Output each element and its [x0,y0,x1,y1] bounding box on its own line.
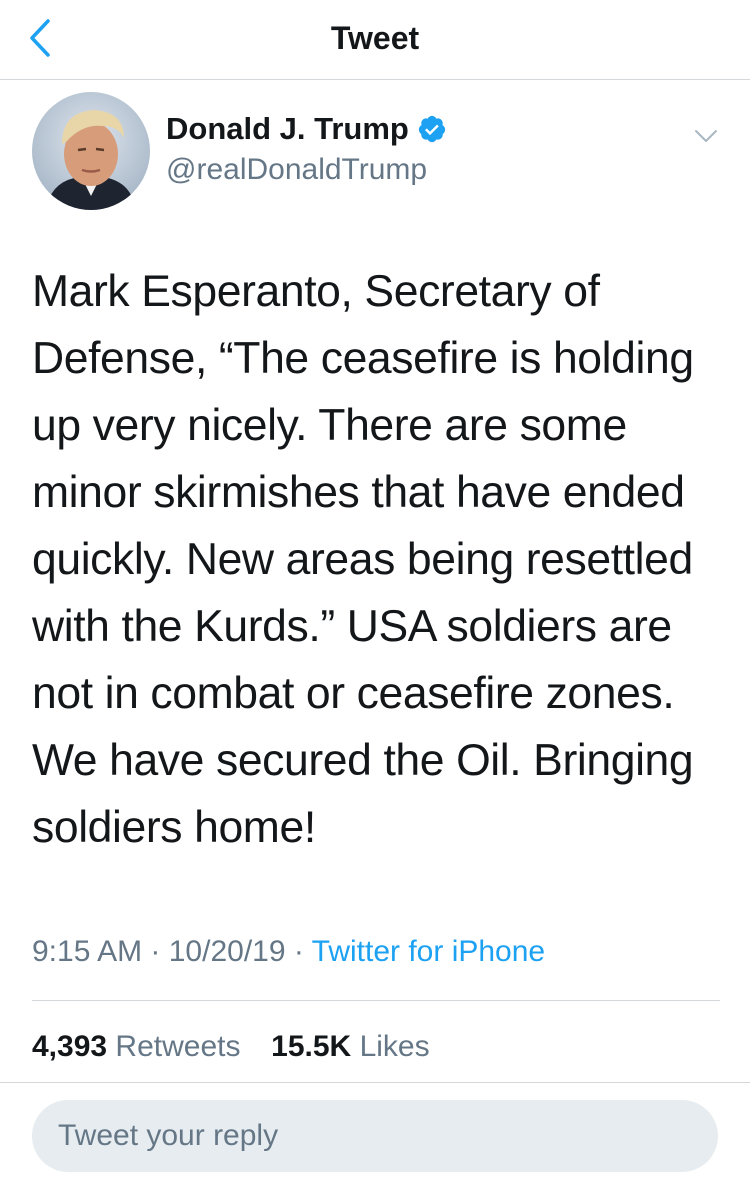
avatar[interactable] [32,92,150,210]
page-title: Tweet [330,20,420,56]
navigation-bar: Tweet [0,0,750,80]
display-name[interactable]: Donald J. Trump [166,111,409,147]
divider [32,1000,720,1001]
handle[interactable]: @realDonaldTrump [166,150,447,190]
tweet-time: 9:15 AM [32,935,143,968]
reply-input[interactable]: Tweet your reply [32,1100,718,1172]
retweets-count: 4,393 [32,1030,108,1063]
tweet-stats: 4,393 Retweets 15.5K Likes [32,1025,430,1069]
avatar-image [32,92,150,210]
likes-label: Likes [359,1030,430,1063]
retweets-stat[interactable]: 4,393 Retweets [32,1030,249,1063]
retweets-label: Retweets [115,1030,241,1063]
tweet-source-link[interactable]: Twitter for iPhone [312,935,545,968]
tweet-text: Mark Esperanto, Secretary of Defense, “T… [32,267,694,852]
divider [0,1082,750,1083]
meta-separator: · [293,935,312,968]
author-names: Donald J. Trump @realDonaldTrump [166,108,447,190]
meta-separator: · [150,935,169,968]
chevron-down-icon[interactable] [692,122,720,150]
tweet-date: 10/20/19 [168,935,286,968]
reply-placeholder: Tweet your reply [58,1119,279,1152]
tweet-meta: 9:15 AM · 10/20/19 · Twitter for iPhone [32,930,545,974]
likes-stat[interactable]: 15.5K Likes [271,1030,429,1063]
likes-count: 15.5K [271,1030,352,1063]
verified-badge-icon [418,115,445,143]
tweet-author: Donald J. Trump @realDonaldTrump [32,92,726,212]
